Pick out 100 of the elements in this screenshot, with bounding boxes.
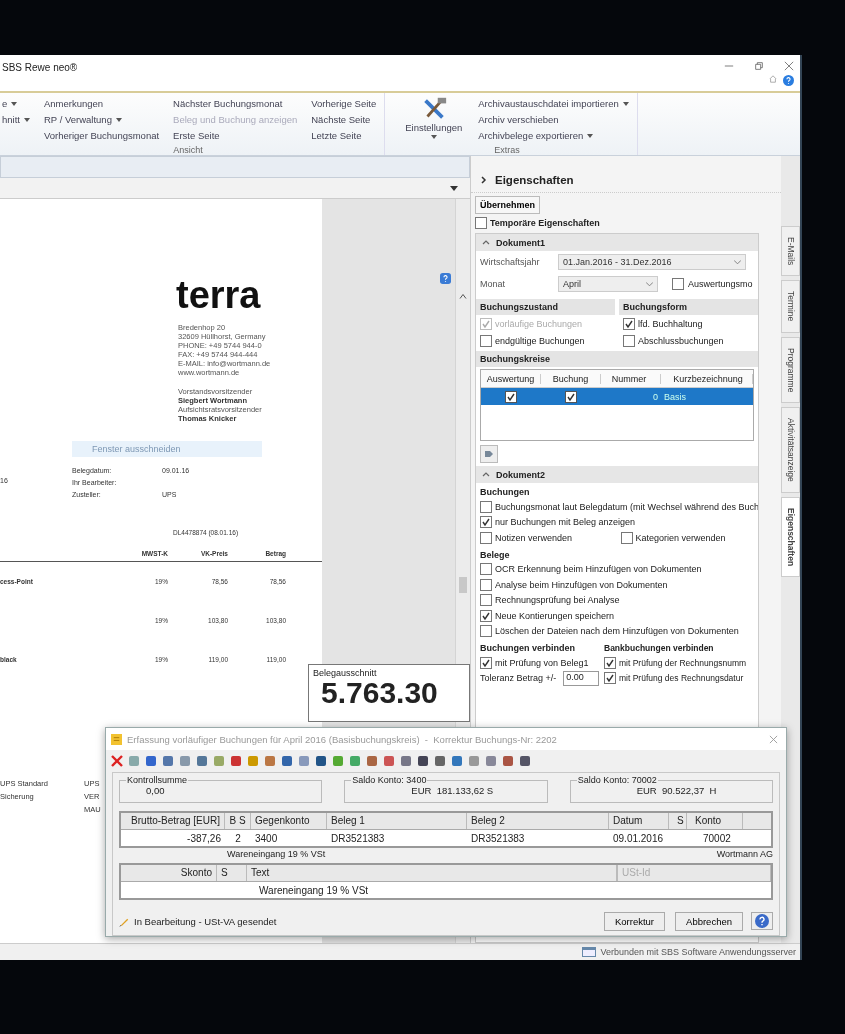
checkbox-label: endgültige Buchungen [495,335,585,346]
group-heading: Buchungskreise [476,351,758,367]
ribbon-item[interactable]: Vorherige Seite [311,96,377,112]
ribbon-item[interactable]: Archivbelege exportieren [478,128,629,144]
settings-button[interactable]: Einstellungen [403,96,465,144]
checkbox-label: Neue Kontierungen speichern [495,610,615,621]
chevron-icon [482,472,490,477]
restore-icon[interactable] [754,61,764,71]
checkbox-label: Löschen der Dateien nach dem Hinzufügen von Dokumenten [495,626,739,637]
checkbox[interactable] [480,531,492,544]
section-title: Belege [479,548,511,562]
checkbox[interactable] [620,531,633,544]
field-label: Monat [480,279,506,289]
summary-value: 0,00 [146,785,166,796]
side-tab[interactable]: Programme [781,336,800,403]
ribbon-item[interactable]: Letzte Seite [311,128,377,144]
caret-icon [622,102,629,107]
group-heading: Buchungsform [619,299,758,315]
checkbox-label: Temporäre Eigenschaften [490,217,600,228]
checkbox[interactable] [480,594,492,607]
checkbox[interactable] [480,334,492,347]
help-button[interactable] [751,912,773,930]
table-cell-text: Basis [663,391,687,402]
ribbon-item[interactable]: Erste Seite [173,128,298,144]
column-header: Gegenkonto [251,813,327,829]
caret-icon [734,259,741,265]
side-tab[interactable]: Termine [781,280,800,333]
checkbox-label: nur Buchungen mit Beleg anzeigen [495,517,636,528]
checkbox[interactable] [623,334,635,347]
ribbon-item[interactable]: Vorheriger Buchungsmonat [43,128,160,144]
ribbon-item[interactable]: e [2,96,30,112]
column-header: S [669,813,687,829]
checkbox-label: Abschlussbuchungen [638,335,724,346]
checkbox[interactable] [672,278,684,290]
dialog-button[interactable]: Abbrechen [675,911,743,931]
scrollbar-thumb[interactable] [459,577,467,593]
company-logo: terra [176,277,261,313]
checkbox[interactable] [480,625,492,638]
ribbon-item[interactable]: Anmerkungen [43,96,160,112]
caret-icon [11,102,18,107]
chevron-icon [482,240,490,245]
side-tab[interactable]: Eigenschaften [781,496,800,577]
caret-icon [430,135,437,139]
delete-icon[interactable] [110,754,124,768]
help-icon[interactable] [440,273,451,284]
section-title: Bankbuchungen verbinden [603,642,715,655]
checkbox[interactable] [604,656,616,669]
ribbon-item[interactable]: Nächste Seite [311,112,377,128]
ribbon-group-label: Ansicht [173,145,203,156]
caret-icon [587,134,594,139]
column-header: S [217,865,247,881]
side-tab[interactable]: E-Mails [781,226,800,277]
checkbox[interactable] [480,578,492,591]
checkbox[interactable] [565,390,577,403]
dropdown-field[interactable]: April [558,276,658,292]
checkbox-label: vorläufige Buchungen [495,318,583,329]
checkbox[interactable] [480,516,492,529]
section-title: Buchungen [479,486,531,499]
checkbox[interactable] [480,656,492,669]
ribbon-item[interactable]: RP / Verwaltung [43,112,160,128]
caret-icon [646,281,653,287]
table-cell-text: DR3521383 [330,832,386,844]
summary-label: Saldo Konto: 3400 [351,775,428,785]
section-header[interactable]: Dokument1 [476,234,758,251]
table-cell-text: 70002 [702,832,732,844]
side-tab[interactable]: Aktivitätsanzeige [781,407,800,493]
tool-button[interactable] [480,445,498,463]
section-header[interactable]: Dokument2 [476,466,758,483]
column-header: Kurzbezeichnung [661,373,753,384]
checkbox[interactable] [604,672,616,685]
help-icon[interactable] [783,75,794,86]
table-cell-text: 0 [652,391,659,402]
apply-button[interactable]: Übernehmen [475,196,540,214]
checkbox[interactable] [623,317,635,330]
caret-icon [23,118,30,123]
window-title: SBS Rewe neo® [2,62,78,74]
checkbox[interactable] [480,500,492,513]
section-title: Buchungen verbinden [479,642,576,655]
summary-value: EUR 90.522,37 H [636,785,718,796]
checkbox[interactable] [475,216,487,229]
ribbon-item[interactable]: Nächster Buchungsmonat [173,96,298,112]
table-row[interactable]: 0 Basis [481,388,753,405]
checkbox[interactable] [505,390,517,403]
tolerance-field[interactable]: 0.00 [563,670,600,686]
checkbox[interactable] [480,563,492,576]
table-cell-text: 3400 [254,832,279,844]
column-header: Brutto-Betrag [EUR] [121,813,225,829]
table-cell-text: -387,26 [186,832,222,844]
close-icon[interactable] [769,734,778,744]
chevron-icon[interactable] [481,176,487,184]
column-header: Konto [687,813,743,829]
checkbox[interactable] [480,609,492,622]
close-icon[interactable] [784,61,794,71]
dialog-button[interactable]: Korrektur [603,911,666,931]
caret-icon[interactable] [459,293,467,299]
checkbox-label: Analyse beim Hinzufügen von Dokumenten [495,579,668,590]
dropdown-field[interactable]: 01.Jan.2016 - 31.Dez.2016 [558,254,746,270]
ribbon-item[interactable]: Archivaustauschdatei importieren [478,96,629,112]
ribbon-item[interactable]: Archiv verschieben [478,112,629,128]
ribbon-item[interactable]: hnitt [2,112,30,128]
